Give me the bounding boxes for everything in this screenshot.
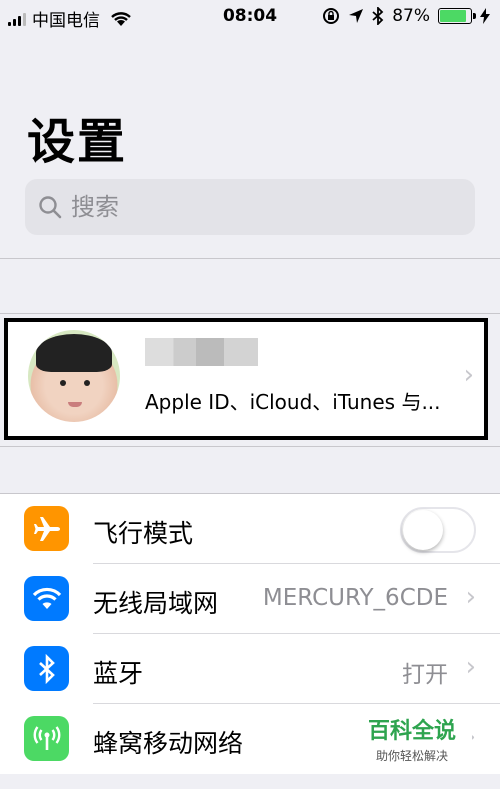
settings-row-label: 蓝牙	[93, 659, 144, 688]
profile-name-redacted	[145, 338, 258, 366]
section-divider	[0, 313, 500, 314]
section-divider	[0, 446, 500, 447]
airplane-icon	[24, 506, 69, 551]
watermark-logo: 百科全说 助你轻松解决	[352, 705, 472, 767]
bluetooth-icon	[24, 646, 69, 691]
rotation-lock-icon	[323, 8, 340, 24]
settings-row-label: 无线局域网	[93, 589, 219, 618]
settings-row-wifi[interactable]: 无线局域网 MERCURY_6CDE ›	[0, 564, 500, 634]
battery-percent: 87%	[392, 6, 430, 26]
chevron-right-icon: ›	[465, 582, 476, 612]
battery-icon	[438, 8, 476, 24]
watermark-subtitle: 助你轻松解决	[375, 749, 448, 763]
chevron-right-icon: ›	[465, 652, 476, 682]
profile-subtitle: Apple ID、iCloud、iTunes 与...	[145, 390, 441, 414]
chevron-right-icon: ›	[463, 360, 474, 390]
watermark-title: 百科全说	[367, 719, 456, 744]
status-bar: 中国电信 08:04 87%	[0, 0, 500, 34]
apple-id-profile-row[interactable]: Apple ID、iCloud、iTunes 与... ›	[4, 318, 488, 440]
search-input[interactable]	[69, 192, 453, 222]
search-bar[interactable]	[25, 179, 475, 235]
settings-row-label: 蜂窝移动网络	[93, 729, 244, 758]
charging-icon	[480, 8, 490, 24]
settings-row-bluetooth[interactable]: 蓝牙 打开 ›	[0, 634, 500, 704]
bluetooth-icon	[372, 7, 384, 25]
airplane-mode-toggle[interactable]	[400, 507, 476, 553]
search-icon	[39, 196, 62, 219]
settings-row-airplane-mode[interactable]: 飞行模式	[0, 494, 500, 564]
avatar	[28, 330, 120, 422]
settings-row-label: 飞行模式	[93, 519, 194, 548]
antenna-icon	[24, 716, 69, 761]
page-title: 设置	[27, 114, 128, 170]
settings-row-value: 打开	[402, 662, 448, 688]
settings-row-value: MERCURY_6CDE	[262, 585, 448, 611]
status-right: 87%	[322, 6, 490, 26]
section-divider	[0, 258, 500, 259]
location-icon	[349, 9, 364, 23]
wifi-icon	[24, 576, 69, 621]
